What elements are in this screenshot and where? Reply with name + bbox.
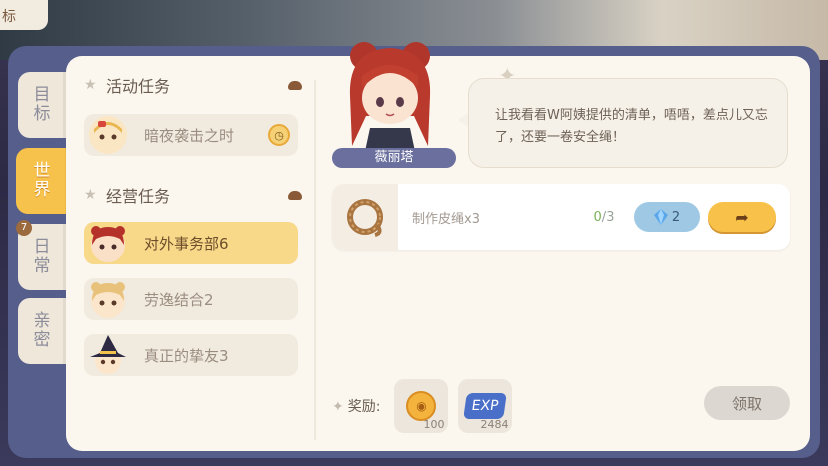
task-label: 劳逸结合2 [144,290,214,309]
tab-daily[interactable]: 7 日常 [16,220,66,290]
avatar [88,279,128,319]
reward-count: 2484 [480,418,509,431]
tab-label: 亲密 [33,311,51,350]
tab-world[interactable]: 世界 [16,148,68,214]
claim-button[interactable]: 领取 [704,386,790,420]
section-header-business: ★ 经营任务 [84,182,302,208]
progress-total: 3 [606,209,615,225]
column-divider [314,80,316,440]
npc-name-tag: 薇丽塔 [332,148,456,168]
collapse-icon[interactable] [288,190,302,200]
exp-icon: EXP [463,393,508,419]
task-label: 对外事务部6 [144,234,229,253]
reward-label: ✦ 奖励: [332,399,381,415]
tab-label: 目标 [33,85,51,124]
tab-goal[interactable]: 目标 [18,72,66,138]
progress-done: 0 [593,209,602,225]
coin-icon: ◉ [406,391,437,421]
task-label: 真正的挚友3 [144,346,229,365]
sparkle-icon: ✦ [332,399,344,415]
objective-label: 制作皮绳x3 [412,211,480,227]
avatar [88,115,128,155]
arrow-right-icon: ➦ [735,207,749,227]
avatar [88,335,128,375]
reward-count: 100 [423,418,445,431]
reward-item-coin[interactable]: ◉ 100 [394,379,449,433]
tab-intimacy[interactable]: 亲密 [18,298,66,364]
rope-coil-icon [332,184,398,250]
section-title: 经营任务 [106,187,171,206]
star-icon: ★ [84,77,97,93]
task-item[interactable]: 暗夜袭击之时 ◷ [84,114,298,156]
avatar [88,223,128,263]
objective-row: 制作皮绳x3 0/3 2 ➦ [332,184,790,250]
gem-icon [653,209,668,225]
section-title: 活动任务 [106,77,171,96]
tab-label: 世界 [33,161,51,200]
background-sign: 标 [0,0,48,30]
instant-complete-button[interactable]: 2 [634,202,700,232]
collapse-icon[interactable] [288,80,302,90]
section-header-event: ★ 活动任务 [84,72,302,98]
reward-item-exp[interactable]: EXP 2484 [458,379,513,433]
task-item[interactable]: 真正的挚友3 [84,334,298,376]
star-icon: ★ [84,187,97,203]
reward-row: ✦ 奖励: ◉ 100 EXP 2484 [332,379,522,433]
clock-icon: ◷ [268,124,290,146]
notification-badge: 7 [16,220,32,236]
speech-bubble: 让我看看W阿姨提供的清单，唔唔，差点儿又忘了，还要一卷安全绳！ [468,78,788,168]
task-label: 暗夜袭击之时 [144,126,235,145]
tab-label: 日常 [33,237,51,276]
objective-progress: 0/3 [582,210,626,225]
task-item[interactable]: 劳逸结合2 [84,278,298,320]
task-item[interactable]: 对外事务部6 [84,222,298,264]
gem-cost: 2 [671,209,681,225]
quest-panel: ★ 活动任务 暗夜袭击之时 ◷ ★ 经营任务 对外事务部6 劳逸结合2 真正的挚… [66,42,810,451]
npc-portrait [340,36,440,156]
go-button[interactable]: ➦ [708,202,776,232]
